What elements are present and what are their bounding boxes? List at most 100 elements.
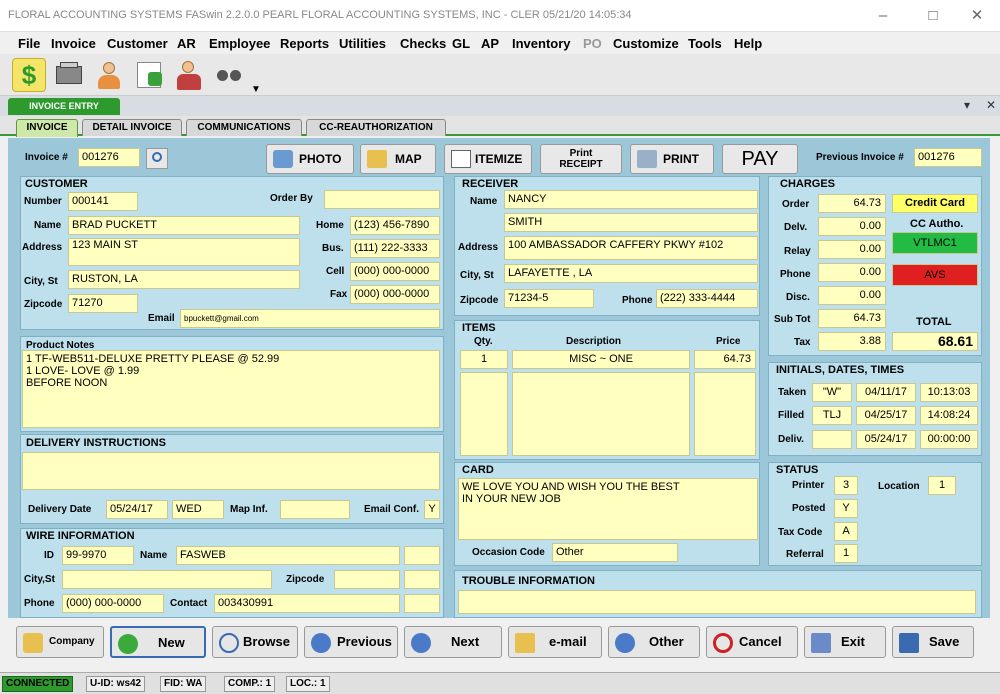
cell-phone-field[interactable]: (000) 000-0000 [350, 262, 440, 281]
tab-invoice-entry[interactable]: INVOICE ENTRY [8, 98, 120, 115]
menu-gl[interactable]: GL [452, 36, 470, 51]
posted-field[interactable]: Y [834, 499, 858, 518]
invoice-search-icon[interactable] [146, 148, 168, 169]
card-message-field[interactable]: WE LOVE YOU AND WISH YOU THE BEST IN YOU… [458, 478, 758, 540]
bus-phone-field[interactable]: (111) 222-3333 [350, 239, 440, 258]
menu-customize[interactable]: Customize [613, 36, 679, 51]
email-field[interactable]: bpuckett@gmail.com [180, 309, 440, 328]
close-icon[interactable]: ✕ [962, 6, 992, 26]
menu-customer[interactable]: Customer [107, 36, 168, 51]
wire-name-field[interactable]: FASWEB [176, 546, 400, 565]
delivery-day-field[interactable]: WED [172, 500, 224, 519]
invoice-number-field[interactable]: 001276 [78, 148, 140, 167]
user-icon[interactable] [92, 58, 126, 92]
delivered-initials-field[interactable] [812, 430, 852, 449]
dollar-icon[interactable]: $ [12, 58, 46, 92]
calendar-icon[interactable] [132, 58, 166, 92]
wire-name-extra-field[interactable] [404, 546, 440, 565]
items-desc-empty[interactable] [512, 372, 690, 456]
filled-date-field[interactable]: 04/25/17 [856, 406, 916, 425]
exit-button[interactable]: Exit [804, 626, 886, 658]
receiver-zip-field[interactable]: 71234-5 [504, 289, 594, 308]
filled-time-field[interactable]: 14:08:24 [920, 406, 978, 425]
menu-inventory[interactable]: Inventory [512, 36, 571, 51]
next-button[interactable]: Next [404, 626, 502, 658]
occasion-code-field[interactable]: Other [552, 543, 678, 562]
browse-button[interactable]: Browse [212, 626, 298, 658]
pay-button[interactable]: PAY [722, 144, 798, 174]
items-price-empty[interactable] [694, 372, 756, 456]
maximize-icon[interactable]: □ [918, 6, 948, 26]
discount-field[interactable]: 0.00 [818, 286, 886, 305]
save-button[interactable]: Save [892, 626, 974, 658]
customer-city-field[interactable]: RUSTON, LA [68, 270, 300, 289]
printer-field[interactable]: 3 [834, 476, 858, 495]
items-qty-empty[interactable] [460, 372, 508, 456]
tab-invoice[interactable]: INVOICE [16, 119, 78, 137]
delivery-charge-field[interactable]: 0.00 [818, 217, 886, 236]
email-button[interactable]: e-mail [508, 626, 602, 658]
filled-initials-field[interactable]: TLJ [812, 406, 852, 425]
receiver-first-name-field[interactable]: NANCY [504, 190, 758, 209]
customer-address-field[interactable]: 123 MAIN ST [68, 238, 300, 266]
fax-field[interactable]: (000) 000-0000 [350, 285, 440, 304]
email-conf-field[interactable]: Y [424, 500, 440, 519]
menu-tools[interactable]: Tools [688, 36, 722, 51]
wire-city-field[interactable] [62, 570, 272, 589]
minimize-icon[interactable]: – [868, 6, 898, 26]
order-by-field[interactable] [324, 190, 440, 209]
receiver-address-field[interactable]: 100 AMBASSADOR CAFFERY PKWY #102 [504, 236, 758, 260]
item-description[interactable]: MISC ~ ONE [512, 350, 690, 369]
taken-time-field[interactable]: 10:13:03 [920, 383, 978, 402]
relay-field[interactable]: 0.00 [818, 240, 886, 259]
customer-zip-field[interactable]: 71270 [68, 294, 138, 313]
menu-invoice[interactable]: Invoice [51, 36, 96, 51]
menu-employee[interactable]: Employee [209, 36, 270, 51]
itemize-button[interactable]: ITEMIZE [444, 144, 532, 174]
receiver-city-field[interactable]: LAFAYETTE , LA [504, 264, 758, 283]
referral-field[interactable]: 1 [834, 544, 858, 563]
wire-zip-extra-field[interactable] [404, 570, 440, 589]
receiver-phone-field[interactable]: (222) 333-4444 [656, 289, 758, 308]
tab-detail-invoice[interactable]: DETAIL INVOICE [82, 119, 182, 136]
total-field[interactable]: 68.61 [892, 332, 978, 351]
credit-card-field[interactable]: Credit Card [892, 194, 978, 213]
wire-contact-extra-field[interactable] [404, 594, 440, 613]
item-price[interactable]: 64.73 [694, 350, 756, 369]
employee-icon[interactable] [172, 58, 206, 92]
other-button[interactable]: Other [608, 626, 700, 658]
register-icon[interactable] [52, 58, 86, 92]
previous-invoice-field[interactable]: 001276 [914, 148, 982, 167]
delivery-instructions-field[interactable] [22, 452, 440, 490]
delivery-date-field[interactable]: 05/24/17 [106, 500, 168, 519]
order-field[interactable]: 64.73 [818, 194, 886, 213]
doc-close-icon[interactable]: ✕ [986, 98, 996, 112]
trouble-info-field[interactable] [458, 590, 976, 614]
menu-ap[interactable]: AP [481, 36, 499, 51]
taken-date-field[interactable]: 04/11/17 [856, 383, 916, 402]
home-phone-field[interactable]: (123) 456-7890 [350, 216, 440, 235]
menu-utilities[interactable]: Utilities [339, 36, 386, 51]
tab-cc-reauthorization[interactable]: CC-REAUTHORIZATION [306, 119, 446, 136]
photo-button[interactable]: PHOTO [266, 144, 354, 174]
menu-file[interactable]: File [18, 36, 40, 51]
map-info-field[interactable] [280, 500, 350, 519]
tab-communications[interactable]: COMMUNICATIONS [186, 119, 302, 136]
tax-code-field[interactable]: A [834, 522, 858, 541]
binoculars-icon[interactable] [212, 58, 246, 92]
print-button[interactable]: PRINT [630, 144, 714, 174]
previous-button[interactable]: Previous [304, 626, 398, 658]
customer-name-field[interactable]: BRAD PUCKETT [68, 216, 300, 235]
toolbar-dropdown-icon[interactable]: ▼ [248, 58, 264, 95]
wire-phone-field[interactable]: (000) 000-0000 [62, 594, 164, 613]
product-notes-field[interactable]: 1 TF-WEB511-DELUXE PRETTY PLEASE @ 52.99… [22, 350, 440, 428]
phone-charge-field[interactable]: 0.00 [818, 263, 886, 282]
wire-zip-field[interactable] [334, 570, 400, 589]
item-qty[interactable]: 1 [460, 350, 508, 369]
menu-ar[interactable]: AR [177, 36, 196, 51]
delivered-date-field[interactable]: 05/24/17 [856, 430, 916, 449]
menu-po[interactable]: PO [583, 36, 602, 51]
doc-dropdown-icon[interactable]: ▾ [964, 98, 970, 112]
cancel-button[interactable]: Cancel [706, 626, 798, 658]
map-button[interactable]: MAP [360, 144, 436, 174]
